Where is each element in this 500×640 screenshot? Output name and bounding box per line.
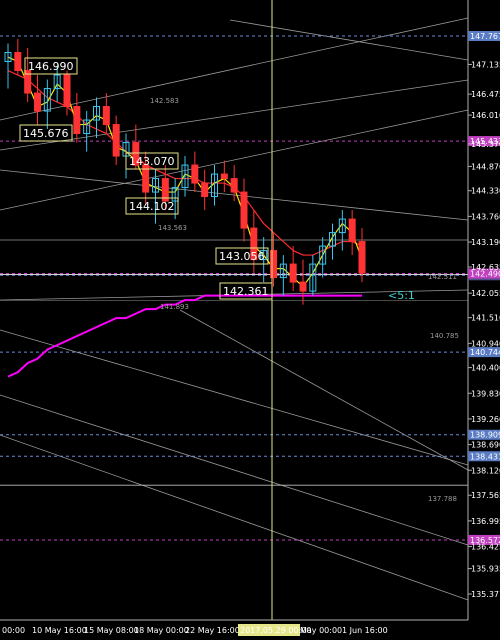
candle-body bbox=[112, 124, 120, 157]
small-price-note: 137.788 bbox=[428, 495, 457, 503]
ratio-label: <5:1 bbox=[388, 289, 415, 302]
price-tag-label: 138.909 bbox=[470, 431, 500, 440]
price-tick-label: 146.010 bbox=[471, 111, 500, 120]
price-box-text: 143.056 bbox=[219, 250, 265, 263]
price-tick-label: 144.870 bbox=[471, 162, 500, 171]
candle-body bbox=[201, 182, 209, 198]
price-tick-label: 139.830 bbox=[471, 389, 500, 398]
candle-body bbox=[14, 52, 22, 72]
price-box-text: 144.102 bbox=[129, 200, 175, 213]
price-box-text: 142.361 bbox=[223, 285, 269, 298]
price-tick-label: 136.425 bbox=[471, 543, 500, 552]
candle-body bbox=[63, 74, 71, 108]
small-price-note: 143.563 bbox=[158, 224, 187, 232]
price-tick-label: 135.935 bbox=[471, 565, 500, 574]
price-tag-label: 140.744 bbox=[470, 348, 500, 357]
candle-body bbox=[289, 263, 297, 283]
small-price-note: 141.893 bbox=[160, 303, 189, 311]
small-price-note: 142.583 bbox=[150, 97, 179, 105]
candle-body bbox=[102, 106, 110, 126]
price-box-text: 143.070 bbox=[129, 155, 175, 168]
price-tag-label: 138.431 bbox=[470, 452, 500, 461]
price-tick-label: 137.565 bbox=[471, 491, 500, 500]
candle-body bbox=[299, 281, 307, 292]
candle-body bbox=[240, 191, 248, 229]
price-tick-label: 142.635 bbox=[471, 263, 500, 272]
price-tick-label: 147.135 bbox=[471, 60, 500, 69]
price-tick-label: 136.995 bbox=[471, 517, 500, 526]
price-tick-label: 143.190 bbox=[471, 238, 500, 247]
price-box-text: 146.990 bbox=[28, 60, 74, 73]
chart-background bbox=[0, 0, 500, 640]
time-axis-label: 18 May 00:00 bbox=[134, 626, 189, 635]
price-tick-label: 141.510 bbox=[471, 314, 500, 323]
price-tick-label: 140.940 bbox=[471, 339, 500, 348]
price-tick-label: 135.371 bbox=[471, 590, 500, 599]
price-tick-label: 142.055 bbox=[471, 289, 500, 298]
small-price-note: 142.511 bbox=[428, 273, 457, 281]
price-tick-label: 143.760 bbox=[471, 212, 500, 221]
time-axis-label: 15 May 08:00 bbox=[84, 626, 139, 635]
price-tick-label: 144.330 bbox=[471, 187, 500, 196]
small-price-note: 140.785 bbox=[430, 332, 459, 340]
time-axis-label: 10 May 16:00 bbox=[32, 626, 87, 635]
candle-body bbox=[220, 173, 228, 180]
candle-body bbox=[230, 178, 238, 193]
price-tick-label: 146.475 bbox=[471, 90, 500, 99]
candle-body bbox=[270, 250, 277, 279]
price-chart[interactable]: 146.990 145.676 143.070 144.102 143.056 142.3… bbox=[0, 0, 500, 640]
price-tag-label: 147.767 bbox=[470, 32, 500, 41]
price-tick-label: 138.120 bbox=[471, 466, 500, 475]
candle-body bbox=[348, 218, 356, 243]
time-axis-labels: 00:00 10 May 16:0015 May 08:0018 May 00:0… bbox=[2, 624, 388, 636]
price-tick-label: 145.370 bbox=[471, 140, 500, 149]
time-axis-label: May 00:00 bbox=[300, 626, 342, 635]
price-tick-label: 140.400 bbox=[471, 364, 500, 373]
candle-body bbox=[191, 164, 199, 184]
time-axis-label: 00:00 bbox=[2, 626, 25, 635]
time-axis-label: 1 Jun 16:00 bbox=[342, 626, 388, 635]
price-box-text: 145.676 bbox=[23, 127, 69, 140]
price-tick-label: 138.690 bbox=[471, 441, 500, 450]
candle-body bbox=[358, 241, 366, 274]
candle-body bbox=[73, 106, 81, 135]
candle-body bbox=[34, 92, 41, 112]
price-tick-label: 139.260 bbox=[471, 415, 500, 424]
time-axis-label: 22 May 16:00 bbox=[185, 626, 240, 635]
